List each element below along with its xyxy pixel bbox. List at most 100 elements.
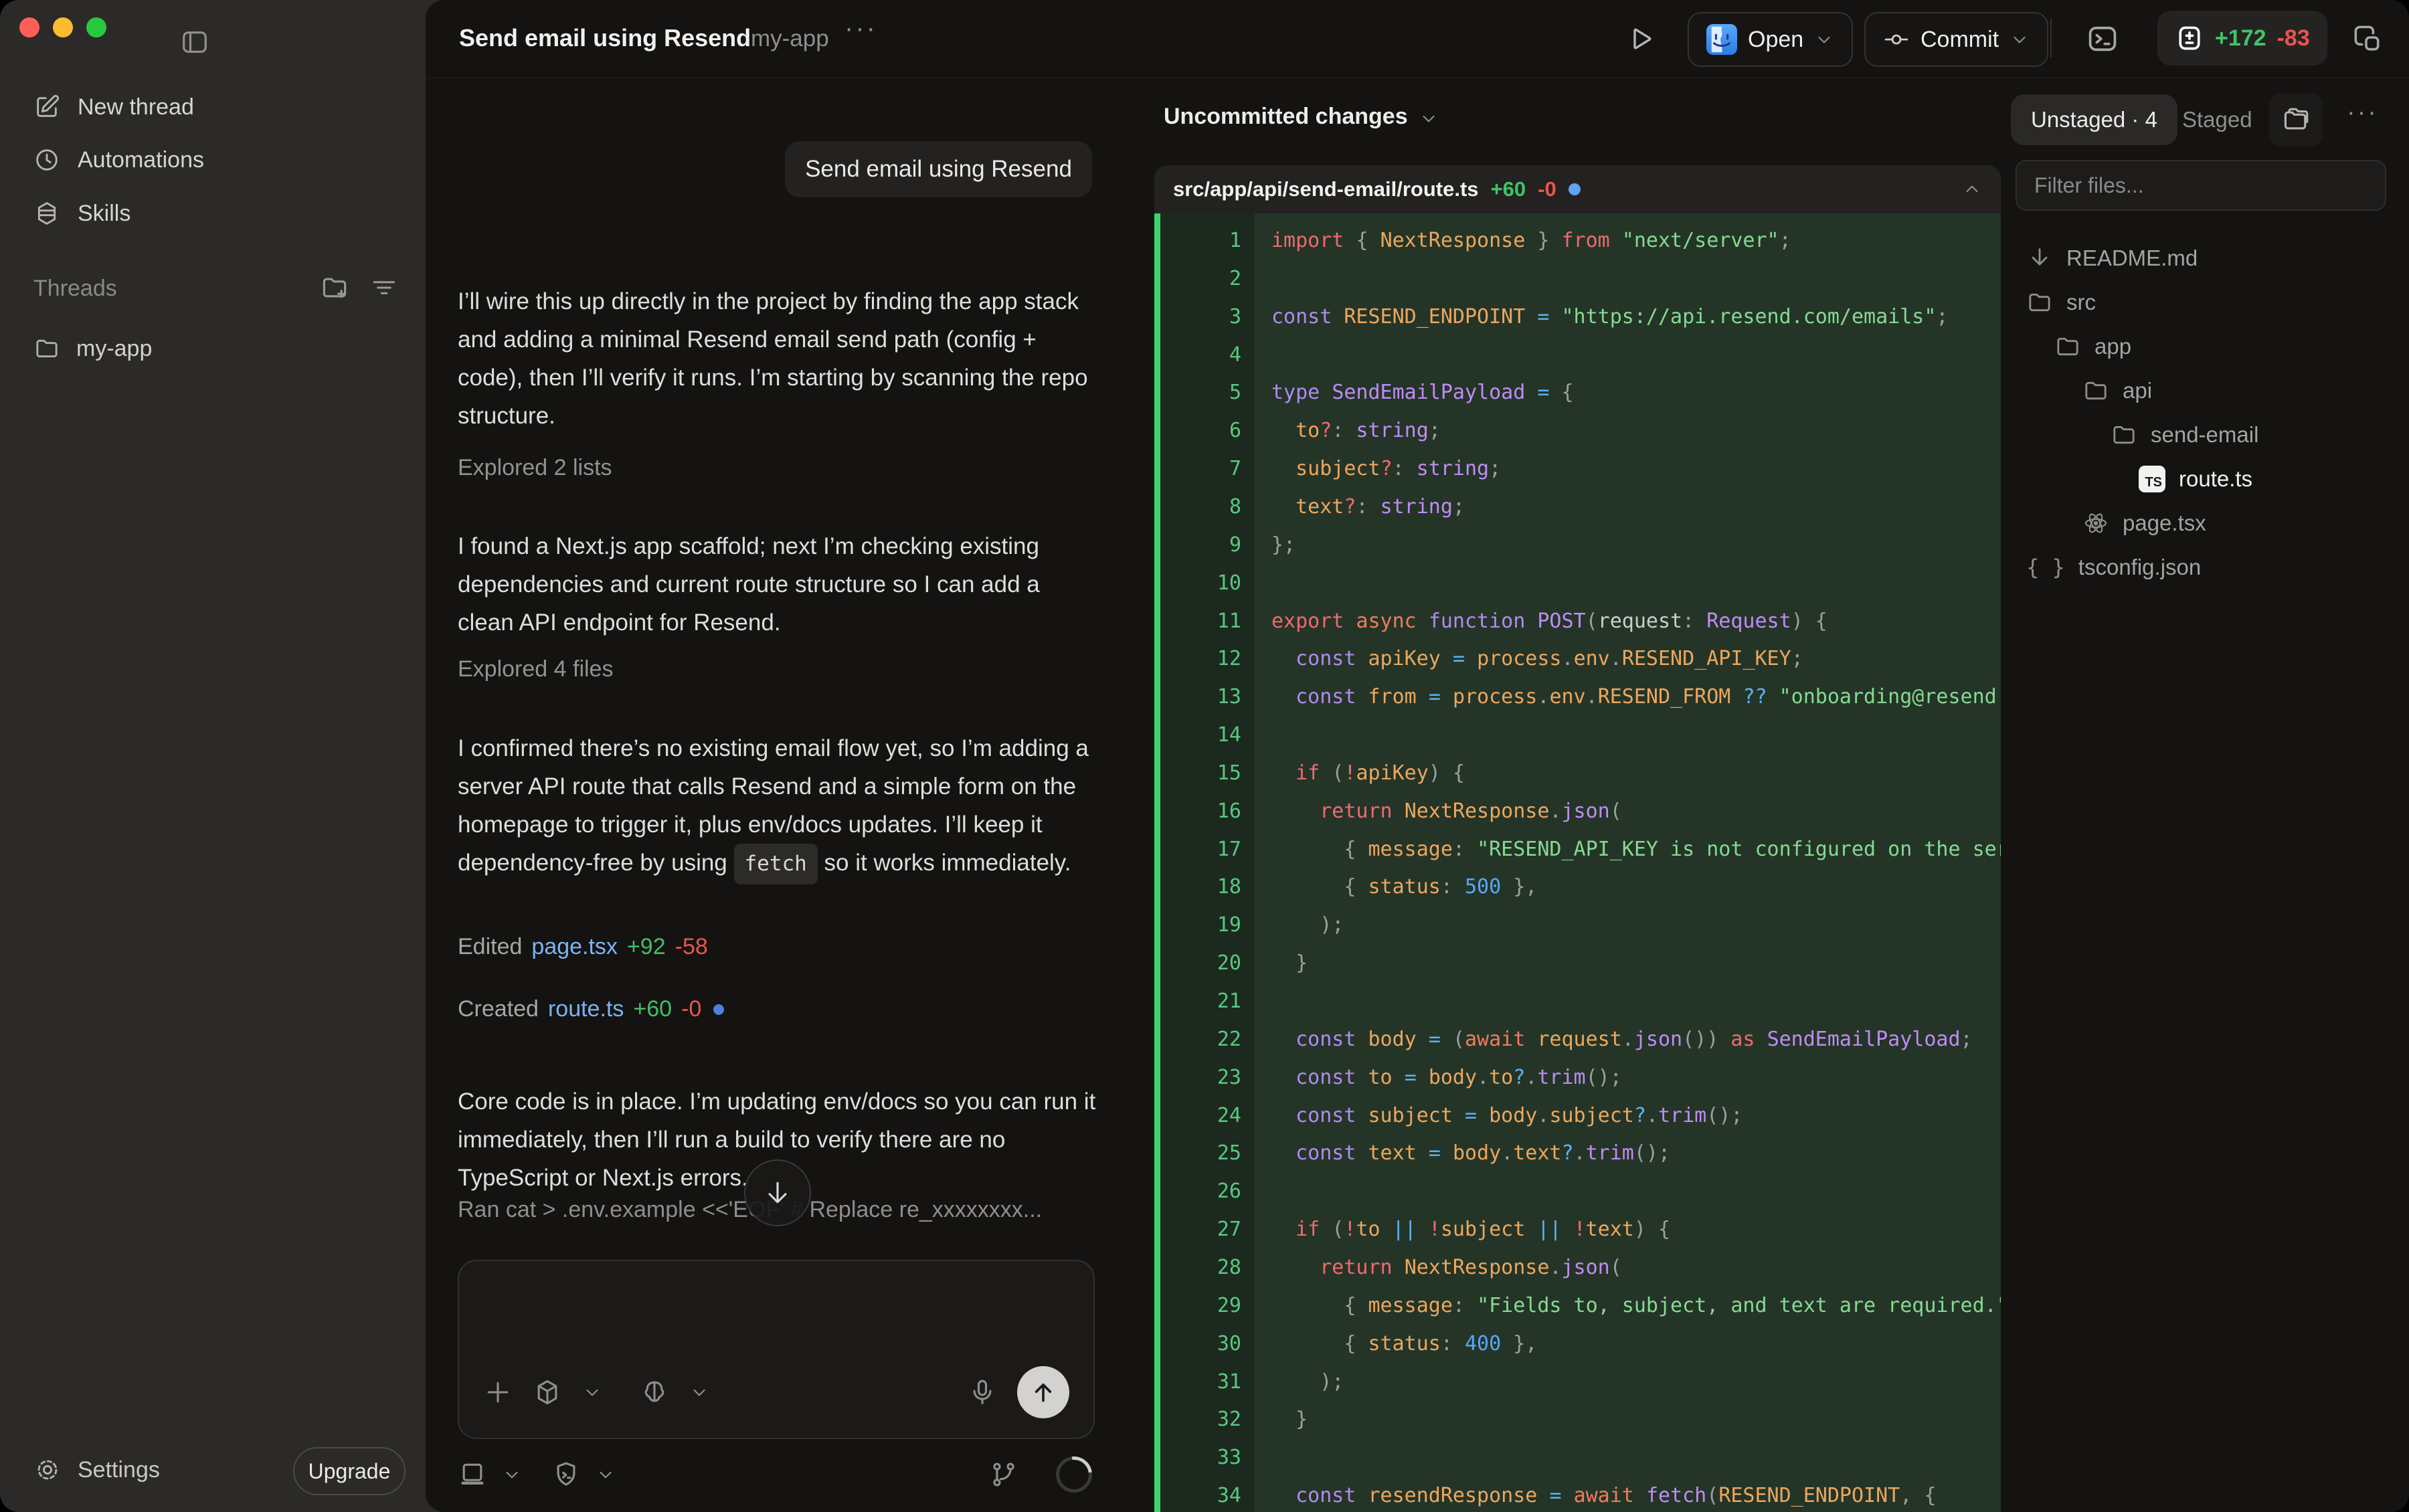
code-line: 8 text?: string;	[1154, 488, 2001, 526]
diff-file-header[interactable]: src/app/api/send-email/route.ts +60 -0	[1154, 165, 2001, 213]
device-icon[interactable]	[458, 1460, 487, 1489]
message-input[interactable]	[458, 1260, 1095, 1439]
git-branch-icon[interactable]	[989, 1460, 1018, 1489]
topbar-divider	[2050, 19, 2052, 58]
code-line: 31 );	[1154, 1363, 2001, 1401]
tree-item-page.tsx[interactable]: page.tsx	[2008, 501, 2409, 545]
model-cube-icon[interactable]	[533, 1378, 562, 1407]
windows-icon[interactable]	[2350, 21, 2384, 55]
tree-item-route.ts[interactable]: TSroute.ts	[2008, 457, 2409, 501]
tree-item-label: app	[2094, 334, 2131, 359]
threads-section-label: Threads	[33, 276, 117, 302]
chevron-down-icon[interactable]	[502, 1464, 522, 1485]
code-line: 4	[1154, 336, 2001, 374]
code-line: 29 { message: "Fields to, subject, and t…	[1154, 1287, 2001, 1325]
action-label: Edited	[458, 934, 522, 960]
lines-removed: -83	[2277, 25, 2310, 52]
window-zoom-button[interactable]	[86, 17, 106, 37]
diff-stats-badge[interactable]: +172 -83	[2157, 11, 2327, 66]
folder-icon	[2054, 333, 2081, 360]
upgrade-button[interactable]: Upgrade	[293, 1447, 406, 1495]
add-count: +60	[633, 996, 672, 1022]
code-line: 2	[1154, 260, 2001, 298]
chevron-down-icon	[1814, 29, 1834, 50]
assistant-paragraph: I’ll wire this up directly in the projec…	[458, 282, 1100, 435]
clock-icon	[33, 147, 60, 173]
explored-summary[interactable]: Explored 2 lists	[458, 455, 612, 481]
sidebar-thread-my-app[interactable]: my-app	[27, 325, 402, 372]
chevron-down-icon[interactable]	[689, 1382, 709, 1402]
scroll-to-bottom-button[interactable]	[744, 1159, 811, 1226]
sidebar-item-skills[interactable]: Skills	[27, 189, 402, 238]
folder-icon	[2026, 289, 2053, 316]
file-del-count: -0	[1538, 177, 1556, 201]
tree-item-label: tsconfig.json	[2078, 555, 2201, 580]
code-line: 20 }	[1154, 944, 2001, 982]
open-button[interactable]: Open	[1688, 12, 1853, 67]
input-settings-row	[458, 1451, 1092, 1498]
lines-added: +172	[2215, 25, 2266, 52]
file-link[interactable]: page.tsx	[531, 934, 618, 960]
terminal-icon[interactable]	[2085, 21, 2120, 56]
tree-item-README.md[interactable]: README.md	[2008, 236, 2409, 280]
tree-item-label: api	[2123, 378, 2152, 403]
tree-item-send-email[interactable]: send-email	[2008, 413, 2409, 457]
skills-icon	[33, 200, 60, 227]
tree-item-src[interactable]: src	[2008, 280, 2409, 324]
sidebar-item-label: Skills	[78, 201, 130, 227]
code-line: 16 return NextResponse.json(	[1154, 792, 2001, 830]
sidebar-item-new-thread[interactable]: New thread	[27, 83, 402, 131]
top-bar: Send email using Resend my-app ··· Open	[426, 0, 2409, 78]
settings-button[interactable]: Settings	[33, 1456, 160, 1484]
chat-panel: Send email using Resend I’ll wire this u…	[426, 78, 1155, 1512]
tree-item-api[interactable]: api	[2008, 369, 2409, 413]
file-link[interactable]: route.ts	[548, 996, 624, 1022]
code-line: 25 const text = body.text?.trim();	[1154, 1134, 2001, 1172]
code-line: 24 const subject = body.subject?.trim();	[1154, 1097, 2001, 1135]
filter-threads-icon[interactable]	[369, 273, 399, 302]
open-label: Open	[1748, 27, 1803, 53]
edited-file-row[interactable]: Edited page.tsx +92 -58	[458, 934, 708, 960]
run-button[interactable]	[1623, 23, 1656, 55]
filter-files-input[interactable]: Filter files...	[2016, 160, 2386, 211]
sidebar-toggle-icon[interactable]	[179, 27, 210, 58]
tree-item-app[interactable]: app	[2008, 324, 2409, 369]
brain-icon[interactable]	[640, 1378, 669, 1407]
send-button[interactable]	[1017, 1366, 1069, 1418]
chevron-down-icon[interactable]	[596, 1464, 616, 1485]
download-icon	[2026, 245, 2053, 272]
created-file-row[interactable]: Created route.ts +60 -0	[458, 996, 724, 1022]
code-line: 27 if (!to || !subject || !text) {	[1154, 1210, 2001, 1248]
uncommitted-changes-label: Uncommitted changes	[1164, 104, 1408, 130]
commit-label: Commit	[1921, 27, 1999, 53]
window-minimize-button[interactable]	[53, 17, 73, 37]
window-close-button[interactable]	[19, 17, 39, 37]
thread-menu-button[interactable]: ···	[844, 13, 877, 43]
code-line: 22 const body = (await request.json()) a…	[1154, 1020, 2001, 1058]
sandbox-shield-icon[interactable]	[551, 1460, 581, 1489]
attach-plus-icon[interactable]	[483, 1378, 513, 1407]
typescript-icon: TS	[2139, 466, 2165, 492]
explored-summary[interactable]: Explored 4 files	[458, 656, 613, 682]
tree-item-label: README.md	[2066, 246, 2198, 271]
code-line: 19 );	[1154, 906, 2001, 944]
inline-code-chip: fetch	[734, 844, 818, 884]
diff-code-view[interactable]: 1import { NextResponse } from "next/serv…	[1154, 213, 2001, 1512]
commit-button[interactable]: Commit	[1864, 12, 2048, 67]
main-area: Send email using Resend my-app ··· Open	[426, 0, 2409, 1512]
sidebar-item-automations[interactable]: Automations	[27, 136, 402, 184]
collapse-chevron-up-icon[interactable]	[1962, 179, 1982, 199]
code-line: 13 const from = process.env.RESEND_FROM …	[1154, 678, 2001, 716]
unsaved-dot	[713, 1004, 724, 1015]
tree-item-tsconfig.json[interactable]: { }tsconfig.json	[2008, 545, 2409, 589]
new-project-folder-icon[interactable]	[320, 273, 349, 302]
mic-icon[interactable]	[968, 1378, 997, 1407]
settings-label: Settings	[78, 1457, 160, 1483]
folder-icon	[2111, 421, 2137, 448]
code-line: 14	[1154, 716, 2001, 754]
uncommitted-changes-dropdown[interactable]: Uncommitted changes	[1164, 104, 1439, 130]
chevron-down-icon[interactable]	[582, 1382, 602, 1402]
code-line: 18 { status: 500 },	[1154, 868, 2001, 906]
thread-title: Send email using Resend	[459, 24, 751, 52]
tree-item-label: page.tsx	[2123, 510, 2206, 536]
